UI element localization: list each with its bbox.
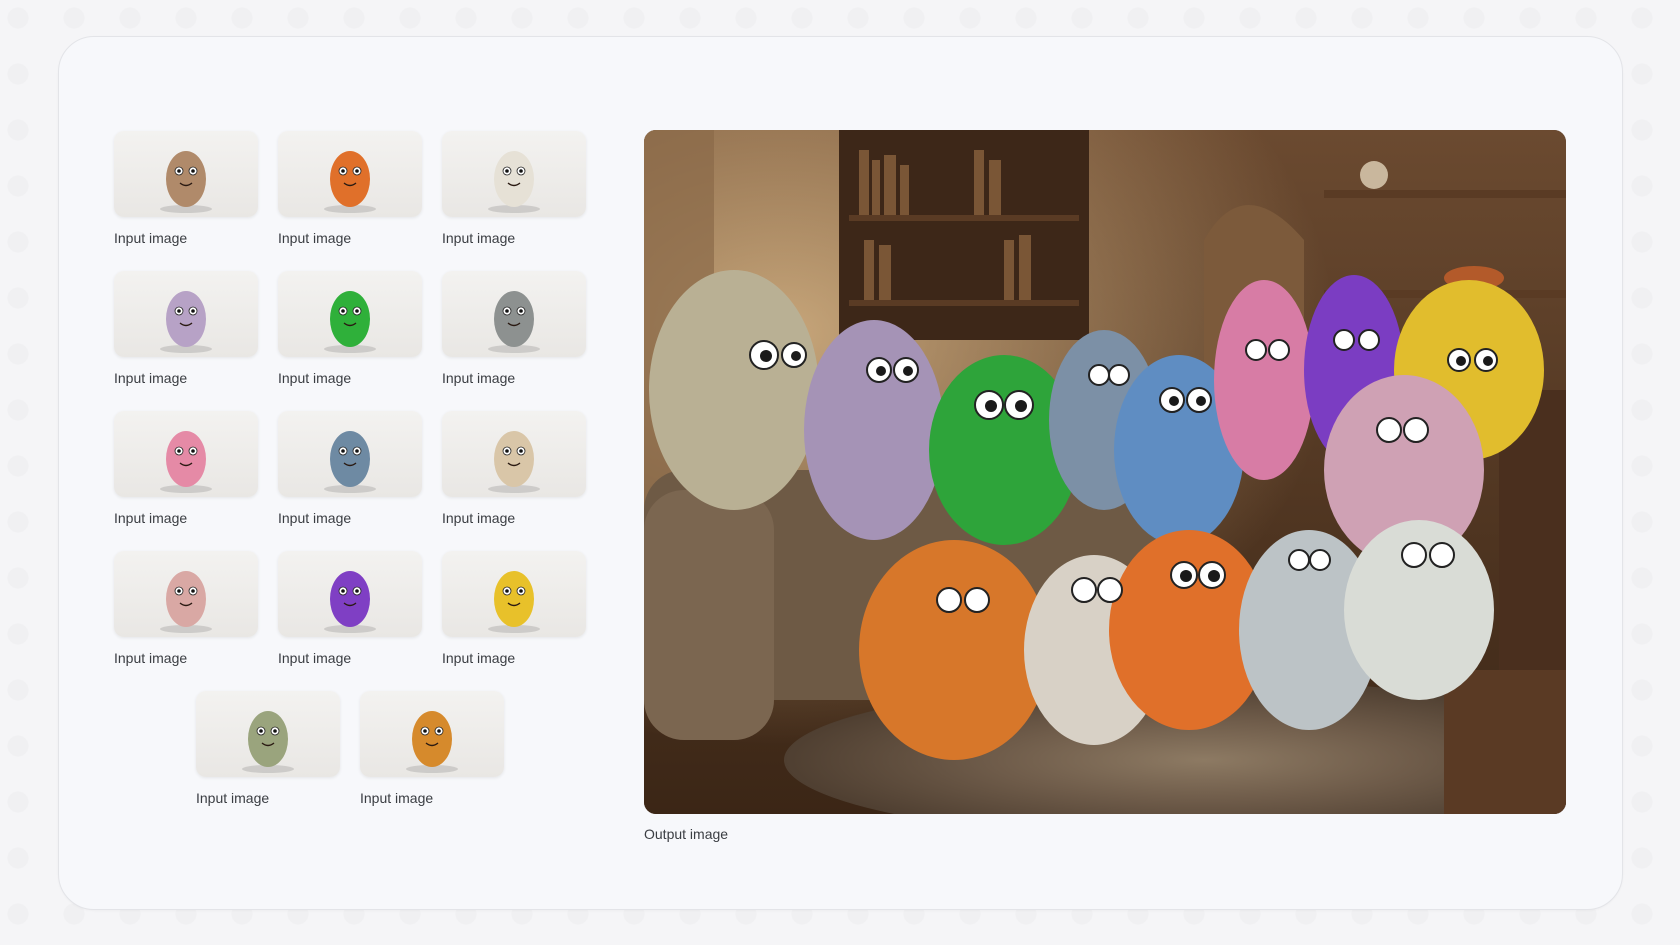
monster-illustration <box>488 291 540 353</box>
output-image[interactable] <box>644 130 1566 814</box>
input-image-caption: Input image <box>360 790 434 806</box>
input-image-thumbnail[interactable] <box>278 411 422 497</box>
input-image-caption: Input image <box>442 650 516 666</box>
monster-illustration <box>488 571 540 633</box>
monster-illustration <box>242 711 294 773</box>
monster-illustration <box>324 151 376 213</box>
input-image-caption: Input image <box>114 230 188 246</box>
input-image-thumbnail[interactable] <box>360 691 504 777</box>
input-image-thumbnail[interactable] <box>114 411 258 497</box>
monster-illustration <box>324 291 376 353</box>
monster-illustration <box>406 711 458 773</box>
input-image-thumbnail[interactable] <box>442 271 586 357</box>
output-scene <box>644 130 1566 814</box>
monster-illustration <box>160 571 212 633</box>
input-image-thumbnail[interactable] <box>114 271 258 357</box>
input-image-caption: Input image <box>196 790 270 806</box>
input-image-caption: Input image <box>442 370 516 386</box>
input-image-caption: Input image <box>278 650 352 666</box>
input-image-caption: Input image <box>442 230 516 246</box>
monster-illustration <box>488 151 540 213</box>
input-image-caption: Input image <box>278 370 352 386</box>
output-image-caption: Output image <box>644 826 729 842</box>
input-image-caption: Input image <box>114 650 188 666</box>
input-image-thumbnail[interactable] <box>442 131 586 217</box>
input-image-caption: Input image <box>278 510 352 526</box>
monster-illustration <box>160 151 212 213</box>
input-image-caption: Input image <box>278 230 352 246</box>
input-image-thumbnail[interactable] <box>278 551 422 637</box>
input-image-thumbnail[interactable] <box>442 551 586 637</box>
input-image-thumbnail[interactable] <box>278 131 422 217</box>
input-image-thumbnail[interactable] <box>114 131 258 217</box>
input-image-thumbnail[interactable] <box>442 411 586 497</box>
input-image-caption: Input image <box>114 510 188 526</box>
input-image-thumbnail[interactable] <box>114 551 258 637</box>
monster-illustration <box>160 431 212 493</box>
monster-illustration <box>324 431 376 493</box>
input-image-caption: Input image <box>442 510 516 526</box>
monster-illustration <box>488 431 540 493</box>
input-image-thumbnail[interactable] <box>278 271 422 357</box>
monster-illustration <box>324 571 376 633</box>
monster-illustration <box>160 291 212 353</box>
input-image-thumbnail[interactable] <box>196 691 340 777</box>
input-image-caption: Input image <box>114 370 188 386</box>
